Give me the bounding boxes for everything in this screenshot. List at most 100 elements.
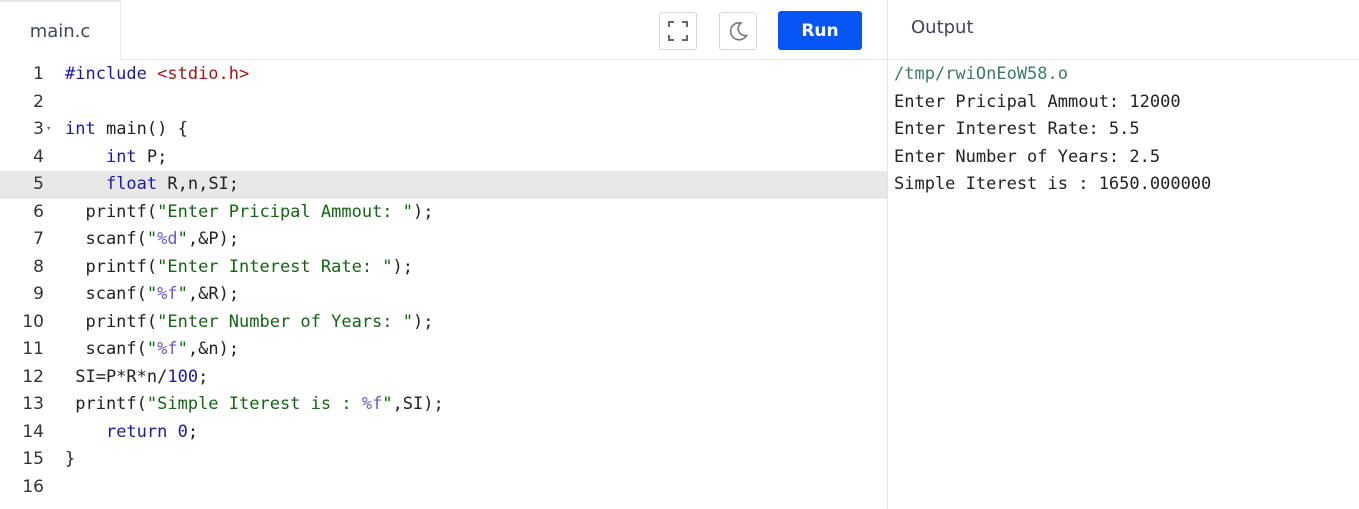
code-token: printf( — [65, 311, 158, 332]
code-line[interactable]: 3 ▾ int main() { — [0, 116, 887, 144]
code-token: " — [146, 229, 158, 249]
code-line[interactable]: 15} — [0, 446, 887, 474]
line-number: 10 — [22, 311, 44, 332]
fullscreen-icon — [668, 21, 688, 41]
code-editor[interactable]: 1 #include <stdio.h> 2 3 ▾ int main() {4 int … — [0, 61, 887, 509]
line-code: int main() { — [65, 116, 188, 144]
code-token: ,SI); — [392, 394, 444, 414]
code-token: ,&n); — [187, 339, 240, 359]
code-line[interactable]: 10 printf("Enter Number of Years: "); — [0, 309, 887, 337]
code-token: scanf( — [65, 284, 147, 304]
code-token: 100 — [167, 366, 199, 387]
code-token: ; — [198, 366, 209, 387]
code-token: R,n,SI; — [157, 174, 240, 194]
code-token: " — [177, 339, 188, 359]
line-code: } — [65, 446, 75, 474]
run-button[interactable]: Run — [778, 11, 862, 50]
code-token: ; — [187, 421, 199, 442]
code-token: ,&R); — [187, 284, 240, 304]
code-token: %d — [157, 229, 178, 249]
line-number: 12 — [22, 366, 44, 387]
code-line[interactable]: 16 — [0, 474, 887, 502]
code-line[interactable]: 11 scanf("%f",&n); — [0, 336, 887, 364]
fullscreen-button[interactable] — [659, 12, 697, 50]
line-number: 2 — [33, 91, 44, 112]
code-line[interactable]: 4 int P; — [0, 144, 887, 172]
line-number: 1 — [33, 64, 44, 84]
code-token: "Enter Pricipal Ammout: " — [157, 201, 413, 222]
code-token: "Simple Iterest is : — [146, 394, 362, 414]
output-title: Output — [911, 17, 974, 38]
output-line: Enter Pricipal Ammout: 12000 — [894, 91, 1181, 112]
code-token: " — [146, 339, 158, 359]
code-token: ); — [413, 201, 434, 222]
code-token: printf( — [65, 394, 147, 414]
line-number: 11 — [22, 339, 44, 359]
code-token: printf( — [65, 256, 158, 277]
output-line: Enter Interest Rate: 5.5 — [894, 119, 1140, 139]
code-line[interactable]: 5 float R,n,SI; — [0, 171, 887, 199]
line-code: printf("Enter Number of Years: "); — [65, 309, 433, 337]
code-token: main() { — [95, 119, 188, 139]
code-token: } — [65, 449, 76, 469]
code-line[interactable]: 14 return 0; — [0, 419, 887, 447]
output-console[interactable]: /tmp/rwiOnEoW58.o Enter Pricipal Ammout: … — [894, 61, 1211, 199]
code-token: ,&P); — [187, 229, 240, 249]
code-token: float — [105, 174, 158, 194]
theme-toggle-button[interactable] — [719, 12, 757, 50]
line-code: SI=P*R*n/100; — [65, 364, 208, 392]
tab-main-c[interactable]: main.c — [0, 0, 121, 60]
code-token: scanf( — [65, 229, 147, 249]
code-line[interactable]: 7 scanf("%d",&P); — [0, 226, 887, 254]
code-line[interactable]: 6 printf("Enter Pricipal Ammout: "); — [0, 199, 887, 227]
code-token: int — [65, 119, 96, 139]
line-number: 6 — [33, 201, 44, 222]
line-number: 5 — [33, 174, 44, 194]
moon-icon — [729, 22, 749, 41]
line-code: return 0; — [65, 419, 198, 447]
output-file-path: /tmp/rwiOnEoW58.o — [894, 64, 1068, 84]
line-number: 7 — [33, 229, 44, 249]
fold-arrow-icon[interactable]: ▾ — [46, 116, 51, 144]
line-code: int P; — [65, 144, 167, 172]
line-number: 3 — [33, 119, 44, 139]
code-line[interactable]: 1 #include <stdio.h> — [0, 61, 887, 89]
output-line: Simple Iterest is : 1650.000000 — [894, 174, 1212, 194]
code-token: %f — [157, 284, 178, 304]
code-line[interactable]: 2 — [0, 89, 887, 117]
code-token: #include — [65, 64, 158, 84]
code-token: %f — [157, 339, 178, 359]
code-token: 0 — [177, 421, 188, 442]
code-token: P; — [136, 146, 168, 167]
code-line[interactable]: 9 scanf("%f",&R); — [0, 281, 887, 309]
line-code: scanf("%f",&R); — [65, 281, 239, 309]
line-code: printf("Simple Iterest is : %f",SI); — [65, 391, 444, 419]
code-token: <stdio.h> — [157, 64, 250, 84]
editor-header: main.c Run — [0, 0, 887, 60]
output-header: Output — [888, 0, 1359, 60]
code-token: " — [177, 229, 188, 249]
line-number: 15 — [22, 449, 44, 469]
code-line[interactable]: 8 printf("Enter Interest Rate: "); — [0, 254, 887, 282]
code-line[interactable]: 12 SI=P*R*n/100; — [0, 364, 887, 392]
output-pane: Output /tmp/rwiOnEoW58.o Enter Pricipal A… — [887, 0, 1359, 509]
line-code: scanf("%f",&n); — [65, 336, 239, 364]
line-number: 16 — [22, 476, 44, 497]
line-code: printf("Enter Interest Rate: "); — [65, 254, 413, 282]
code-token: "Enter Interest Rate: " — [157, 256, 393, 277]
output-line: Enter Number of Years: 2.5 — [894, 146, 1161, 167]
code-line[interactable]: 13 printf("Simple Iterest is : %f",SI); — [0, 391, 887, 419]
line-code: scanf("%d",&P); — [65, 226, 239, 254]
code-token: "Enter Number of Years: " — [157, 311, 413, 332]
line-number: 8 — [33, 256, 44, 277]
code-token: SI=P*R*n/ — [65, 366, 168, 387]
code-token: printf( — [65, 201, 158, 222]
editor-pane: main.c Run 1 #include <stdio.h> 2 3 ▾ int mai… — [0, 0, 887, 509]
line-number: 9 — [33, 284, 44, 304]
line-number: 4 — [33, 146, 44, 167]
code-token: ); — [392, 256, 414, 277]
code-token: ); — [413, 311, 434, 332]
